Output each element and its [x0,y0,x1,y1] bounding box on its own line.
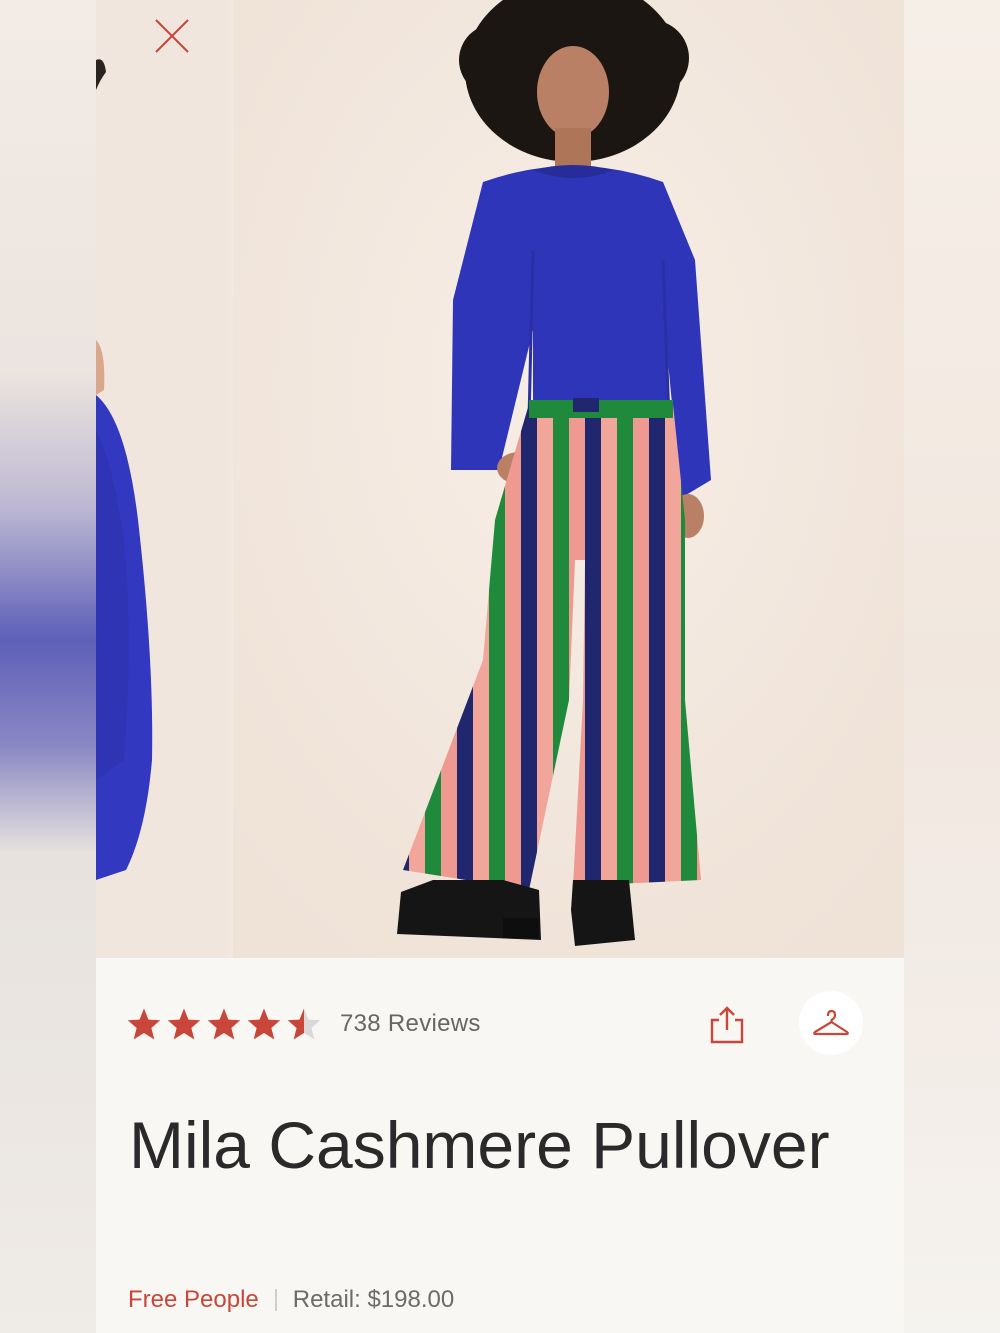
product-title: Mila Cashmere Pullover [129,1108,830,1182]
product-photo-main[interactable] [233,0,904,958]
meta-divider [274,1289,277,1311]
retail-price: Retail: $198.00 [292,1286,455,1313]
star-full-icon [207,1008,241,1040]
rating-summary[interactable]: 738 Reviews [126,1006,481,1042]
star-full-icon [247,1008,281,1040]
brand-link[interactable]: Free People [128,1286,259,1314]
sleeve-closeup-image [96,0,228,958]
close-button[interactable] [148,12,196,60]
close-icon [155,19,189,53]
blurred-backdrop-right [904,0,1000,1333]
reviews-link[interactable]: 738 Reviews [340,1010,481,1038]
product-image-gallery[interactable] [96,0,904,958]
product-detail-screen: 738 Reviews Mila Cashmere Pullover Free … [96,0,904,1333]
share-button[interactable] [704,1002,750,1048]
hanger-icon [813,1009,849,1036]
product-info-panel: 738 Reviews Mila Cashmere Pullover Free … [96,958,904,1333]
star-full-icon [127,1008,161,1040]
model-wearing-sweater-image [233,0,904,958]
product-photo-previous[interactable] [96,0,228,958]
product-meta: Free People Retail: $198.00 [128,1286,454,1314]
star-full-icon [167,1008,201,1040]
star-rating [126,1007,322,1041]
share-icon [710,1006,744,1044]
blurred-backdrop-left [0,0,96,1333]
add-to-closet-button[interactable] [799,991,863,1055]
star-half-icon [287,1008,321,1040]
